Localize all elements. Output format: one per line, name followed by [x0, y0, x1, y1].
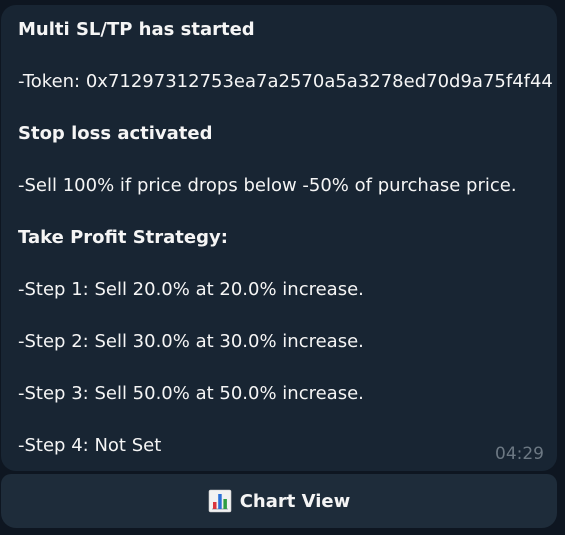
step-2: -Step 2: Sell 30.0% at 30.0% increase.: [18, 331, 364, 352]
bar-chart-icon: [208, 489, 232, 513]
chart-view-label: Chart View: [239, 490, 351, 512]
step-3: -Step 3: Sell 50.0% at 50.0% increase.: [18, 383, 364, 404]
chart-view-button[interactable]: Chart View: [1, 474, 557, 528]
step-1: -Step 1: Sell 20.0% at 20.0% increase.: [18, 279, 364, 300]
message-timestamp: 04:29: [495, 444, 544, 464]
stop-loss-text: -Sell 100% if price drops below -50% of …: [18, 175, 517, 196]
stop-loss-heading: Stop loss activated: [18, 123, 213, 144]
message-bubble: Multi SL/TP has started -Token: 0x712973…: [1, 5, 557, 471]
step-4: -Step 4: Not Set: [18, 435, 162, 456]
token-line: -Token: 0x71297312753ea7a2570a5a3278ed70…: [18, 71, 553, 92]
message-title: Multi SL/TP has started: [18, 19, 255, 40]
take-profit-heading: Take Profit Strategy:: [18, 227, 228, 248]
